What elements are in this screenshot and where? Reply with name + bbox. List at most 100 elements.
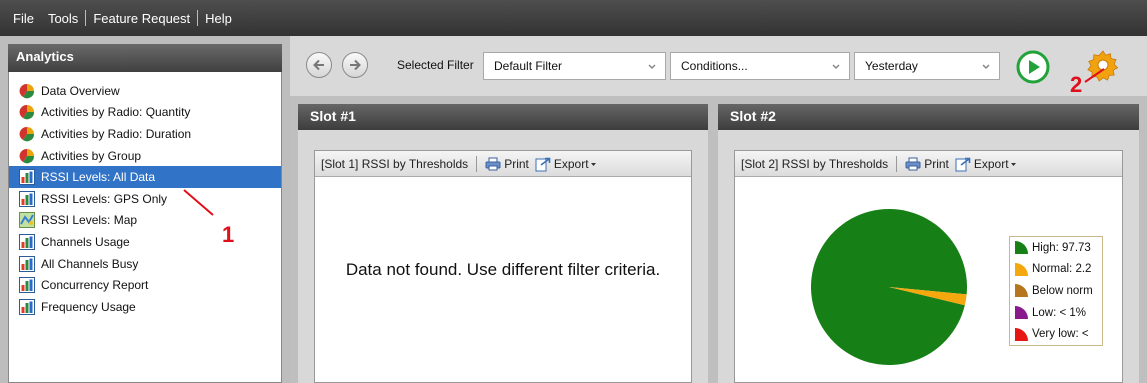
sidebar-item-data-overview[interactable]: Data Overview (9, 80, 281, 102)
sidebar-item-label: Activities by Group (41, 148, 142, 163)
print-label: Print (924, 156, 949, 171)
legend-swatch (1015, 284, 1028, 298)
export-label: Export (553, 156, 589, 171)
chevron-down-icon (982, 64, 990, 70)
export-icon (955, 157, 971, 171)
back-button[interactable] (306, 52, 332, 78)
sidebar-item-label: RSSI Levels: Map (41, 213, 138, 228)
sidebar-item-concurrency-report[interactable]: Concurrency Report (9, 274, 281, 296)
legend-label: High: 97.73 (1032, 241, 1091, 254)
settings-button[interactable] (1086, 48, 1120, 82)
slot-2-panel-title: [Slot 2] RSSI by Thresholds (741, 156, 889, 171)
sidebar-item-rssi-levels-all-data[interactable]: RSSI Levels: All Data (9, 166, 281, 188)
slot-2-body: [Slot 2] RSSI by Thresholds Print Export… (718, 130, 1139, 383)
menu-tools[interactable]: Tools (41, 11, 85, 26)
slot-2-panel-toolbar: [Slot 2] RSSI by Thresholds Print Export (735, 151, 1122, 177)
filter-toolbar: Selected Filter Default Filter Condition… (290, 36, 1147, 96)
bar-chart-icon (19, 190, 35, 207)
sidebar-item-all-channels-busy[interactable]: All Channels Busy (9, 253, 281, 275)
analytics-sidebar: Analytics Data Overview Activities by Rad… (0, 36, 290, 383)
conditions-dropdown[interactable]: Conditions... (670, 52, 850, 80)
print-label: Print (504, 156, 529, 171)
legend-item: Normal: 2.2 (1010, 259, 1102, 281)
sidebar-item-activities-by-radio-quantity[interactable]: Activities by Radio: Quantity (9, 102, 281, 124)
sidebar-item-label: Channels Usage (41, 234, 130, 249)
legend-label: Low: < 1% (1032, 306, 1087, 319)
slot-1-panel-title: [Slot 1] RSSI by Thresholds (321, 156, 469, 171)
pie-chart-icon (19, 148, 35, 164)
date-range-dropdown[interactable]: Yesterday (854, 52, 1000, 80)
toolbar-separator (896, 155, 898, 172)
menu-bar: File Tools Feature Request Help (0, 0, 1147, 36)
chart-legend: High: 97.73 Normal: 2.2 Below norm Low: < 1… (1009, 236, 1103, 346)
export-label: Export (973, 156, 1009, 171)
sidebar-item-rssi-levels-gps-only[interactable]: RSSI Levels: GPS Only (9, 188, 281, 210)
forward-arrow-icon (350, 59, 361, 71)
pie-chart-icon (19, 104, 35, 120)
rssi-pie-chart (811, 208, 967, 365)
no-data-message: Data not found. Use different filter cri… (345, 260, 661, 279)
legend-swatch (1015, 241, 1028, 255)
slot-1-export-button[interactable]: Export (535, 156, 601, 172)
annotation-1: 1 (222, 222, 235, 247)
legend-item: Low: < 1% (1010, 302, 1102, 324)
pie-chart-icon (19, 126, 35, 142)
printer-icon (485, 157, 501, 170)
run-button[interactable] (1016, 50, 1050, 84)
slot-2-export-button[interactable]: Export (955, 156, 1021, 172)
filter-value: Default Filter (494, 59, 563, 73)
report-list: Data Overview Activities by Radio: Quanti… (8, 72, 282, 383)
back-arrow-icon (313, 59, 324, 71)
slot-1-panel-toolbar: [Slot 1] RSSI by Thresholds Print Export (315, 151, 691, 177)
filter-dropdown[interactable]: Default Filter (483, 52, 666, 80)
sidebar-item-channels-usage[interactable]: Channels Usage (9, 231, 281, 253)
bar-chart-icon (19, 298, 35, 315)
forward-button[interactable] (342, 52, 368, 78)
chevron-down-icon (648, 64, 656, 70)
annotation-2: 2 (1070, 72, 1083, 97)
legend-label: Normal: 2.2 (1032, 263, 1092, 276)
legend-item: Very low: < (1010, 323, 1102, 345)
slot-2-header: Slot #2 (718, 104, 1139, 130)
menu-help[interactable]: Help (198, 11, 239, 26)
slot-1-print-button[interactable]: Print (485, 157, 529, 171)
menu-feature-request[interactable]: Feature Request (86, 11, 197, 26)
bar-chart-icon (19, 233, 35, 250)
slot-1-body: [Slot 1] RSSI by Thresholds Print Export… (298, 130, 708, 383)
legend-item: High: 97.73 (1010, 237, 1102, 259)
legend-item: Below norm (1010, 280, 1102, 302)
conditions-value: Conditions... (681, 59, 748, 73)
sidebar-item-label: All Channels Busy (41, 256, 139, 271)
sidebar-item-label: Frequency Usage (41, 299, 136, 314)
sidebar-item-activities-by-radio-duration[interactable]: Activities by Radio: Duration (9, 123, 281, 145)
sidebar-item-label: Activities by Radio: Quantity (41, 105, 191, 120)
bar-chart-icon (19, 277, 35, 294)
sidebar-item-frequency-usage[interactable]: Frequency Usage (9, 296, 281, 318)
sidebar-item-label: Activities by Radio: Duration (41, 126, 192, 141)
printer-icon (905, 157, 921, 170)
menu-file[interactable]: File (6, 11, 41, 26)
legend-label: Below norm (1032, 284, 1093, 297)
export-icon (535, 157, 551, 171)
slot-2-print-button[interactable]: Print (905, 157, 949, 171)
sidebar-title: Analytics (8, 44, 282, 72)
map-icon (19, 212, 35, 229)
sidebar-item-label: RSSI Levels: GPS Only (41, 191, 168, 206)
slot-1: Slot #1 [Slot 1] RSSI by Thresholds Prin… (298, 104, 708, 383)
slot-1-panel: [Slot 1] RSSI by Thresholds Print Export… (314, 150, 692, 383)
selected-filter-label: Selected Filter (397, 58, 474, 72)
caret-down-icon (590, 162, 596, 166)
sidebar-item-label: Concurrency Report (41, 278, 149, 293)
bar-chart-icon (19, 169, 35, 186)
sidebar-item-rssi-levels-map[interactable]: RSSI Levels: Map (9, 210, 281, 232)
legend-label: Very low: < (1032, 328, 1089, 341)
pie-chart-icon (19, 83, 35, 99)
legend-swatch (1015, 327, 1028, 341)
sidebar-item-activities-by-group[interactable]: Activities by Group (9, 145, 281, 167)
bar-chart-icon (19, 255, 35, 272)
date-range-value: Yesterday (865, 59, 918, 73)
slot-1-header: Slot #1 (298, 104, 708, 130)
sidebar-item-label: Data Overview (41, 83, 120, 98)
slot-2-panel: [Slot 2] RSSI by Thresholds Print Export… (734, 150, 1123, 383)
pie-slice-high (811, 208, 967, 365)
